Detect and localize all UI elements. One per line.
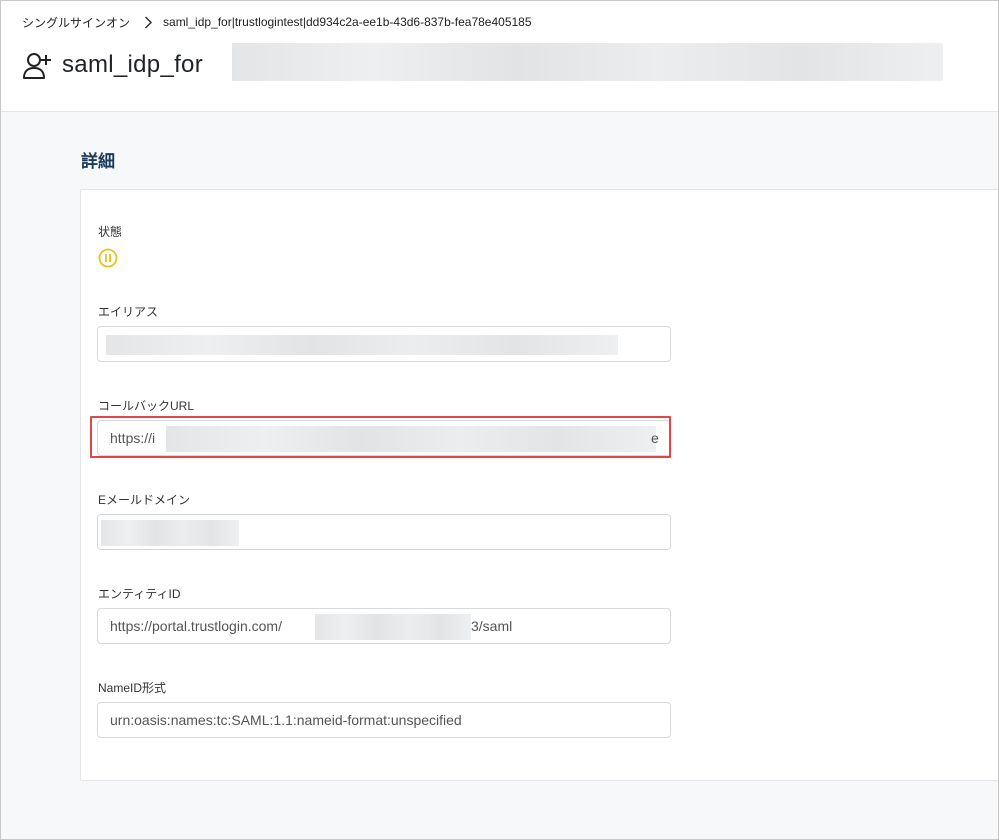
redacted-title-suffix: [232, 43, 943, 81]
breadcrumb: シングルサインオン saml_idp_for|trustlogintest|dd…: [22, 13, 532, 31]
breadcrumb-root-link[interactable]: シングルサインオン: [22, 14, 130, 31]
pause-circle-icon: [98, 248, 118, 268]
callback-url-label: コールバックURL: [98, 399, 195, 413]
chevron-right-icon: [144, 15, 153, 29]
entity-id-suffix: 3/saml: [471, 618, 513, 634]
entity-id-field[interactable]: https://portal.trustlogin.com/ 3/saml: [97, 608, 671, 644]
user-plus-icon: [23, 53, 51, 79]
alias-field[interactable]: [97, 326, 671, 362]
highlight-box: [90, 416, 671, 458]
entity-id-prefix: https://portal.trustlogin.com/: [110, 618, 282, 634]
nameid-format-value: urn:oasis:names:tc:SAML:1.1:nameid-forma…: [110, 712, 462, 728]
section-title: 詳細: [81, 152, 115, 171]
status-label: 状態: [98, 225, 123, 239]
redacted-alias: [106, 335, 618, 355]
entity-id-label: エンティティID: [98, 587, 181, 601]
details-card: [80, 189, 998, 781]
callback-url-prefix: https://i: [110, 430, 156, 446]
nameid-format-field[interactable]: urn:oasis:names:tc:SAML:1.1:nameid-forma…: [97, 702, 671, 738]
email-domain-label: Eメールドメイン: [98, 493, 191, 507]
page-title: saml_idp_for: [62, 51, 204, 78]
breadcrumb-current: saml_idp_for|trustlogintest|dd934c2a-ee1…: [163, 15, 532, 29]
page-header: シングルサインオン saml_idp_for|trustlogintest|dd…: [1, 1, 998, 112]
app-frame: シングルサインオン saml_idp_for|trustlogintest|dd…: [0, 0, 999, 840]
nameid-format-label: NameID形式: [98, 681, 167, 695]
redacted-entity-id: [315, 614, 471, 640]
title-row: saml_idp_for: [22, 47, 203, 83]
email-domain-field[interactable]: [97, 514, 671, 550]
redacted-email-domain: [101, 520, 239, 546]
callback-url-suffix: e: [651, 430, 659, 446]
alias-label: エイリアス: [98, 305, 159, 319]
